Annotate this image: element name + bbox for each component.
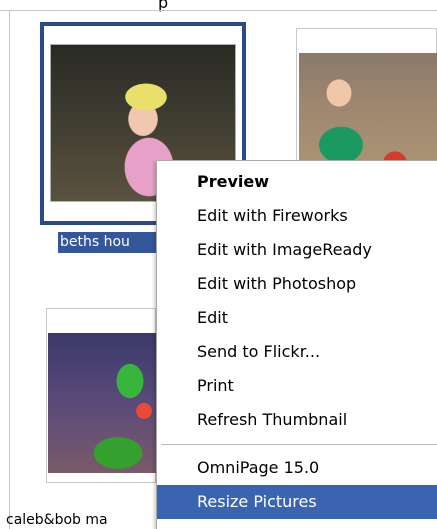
thumbnail-label-selected[interactable]: beths hou — [58, 232, 156, 253]
menu-separator — [161, 444, 437, 445]
menu-item-edit-with-fireworks[interactable]: Edit with Fireworks — [157, 199, 437, 233]
menu-item-send-to-flickr[interactable]: Send to Flickr... — [157, 335, 437, 369]
menu-item-edit-with-photoshop[interactable]: Edit with Photoshop — [157, 267, 437, 301]
menu-item-print[interactable]: Print — [157, 369, 437, 403]
menu-item-omnipage[interactable]: OmniPage 15.0 — [157, 451, 437, 485]
menu-item-edit-with-imageready[interactable]: Edit with ImageReady — [157, 233, 437, 267]
window-top-edge: p — [0, 0, 437, 12]
thumbnail-label[interactable]: caleb&bob ma — [6, 510, 156, 529]
menu-item-resize-pictures[interactable]: Resize Pictures — [157, 485, 437, 519]
left-border — [9, 11, 10, 529]
top-divider — [0, 10, 437, 11]
menu-item-refresh-thumbnail[interactable]: Refresh Thumbnail — [157, 403, 437, 437]
menu-item-edit[interactable]: Edit — [157, 301, 437, 335]
menu-item-preview[interactable]: Preview — [157, 165, 437, 199]
thumbnail[interactable] — [46, 308, 156, 483]
context-menu: Preview Edit with Fireworks Edit with Im… — [156, 160, 437, 529]
photo-toy-train-icon — [48, 333, 156, 473]
